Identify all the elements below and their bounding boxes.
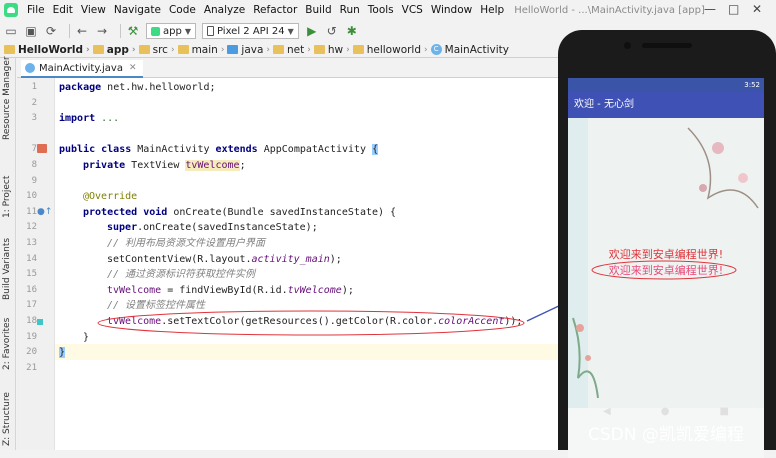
highlight-ellipse [591, 260, 737, 280]
screen-annotation [591, 260, 737, 280]
highlight-ellipse [97, 310, 525, 336]
speaker-grille [642, 43, 692, 48]
recents-nav-icon[interactable]: ■ [720, 406, 729, 417]
emulator-device: 3:52 欢迎 - 无心剑 欢迎来到安卓编程世界! 欢迎来到安卓编程世界! ◀ … [558, 30, 776, 458]
back-nav-icon[interactable]: ◀ [603, 406, 611, 417]
watermark: CSDN @凯凯爱编程 [588, 425, 744, 445]
nav-bar: ◀ ● ■ [578, 402, 754, 420]
emulator-screen[interactable]: 3:52 欢迎 - 无心剑 欢迎来到安卓编程世界! 欢迎来到安卓编程世界! [568, 78, 764, 458]
home-nav-icon[interactable]: ● [661, 406, 670, 417]
camera-icon [624, 42, 631, 49]
